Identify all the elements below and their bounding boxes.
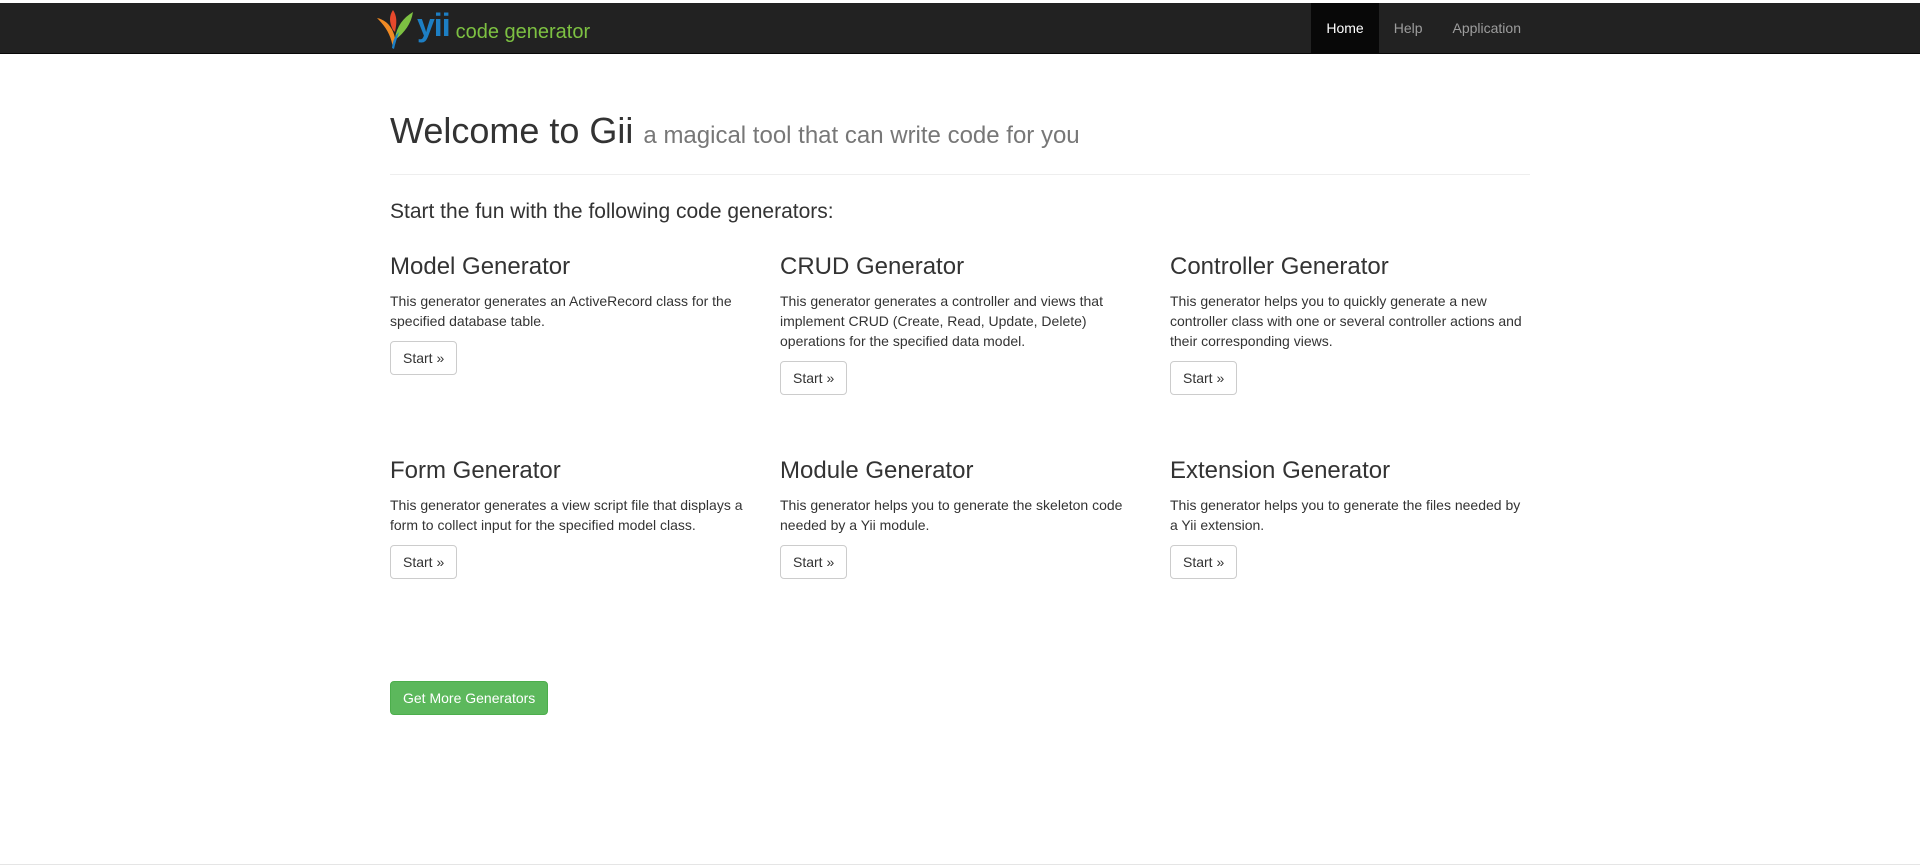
start-extension-generator-button[interactable]: Start » (1170, 545, 1238, 579)
nav-item-home[interactable]: Home (1311, 3, 1379, 53)
generator-title: CRUD Generator (780, 253, 965, 280)
start-crud-generator-button[interactable]: Start » (780, 361, 848, 395)
page-subtitle: a magical tool that can write code for y… (643, 122, 1080, 149)
page-header: Welcome to Gii a magical tool that can w… (390, 111, 1530, 175)
generator-description: This generator generates a controller an… (780, 293, 1103, 349)
nav-item-application[interactable]: Application (1438, 3, 1537, 53)
generator-description: This generator helps you to generate the… (1170, 497, 1521, 533)
start-controller-generator-button[interactable]: Start » (1170, 361, 1238, 395)
generator-card-controller: Controller Generator This generator help… (1170, 253, 1530, 395)
generator-card-module: Module Generator This generator helps yo… (780, 457, 1170, 579)
brand-yii-text: yii (417, 7, 451, 43)
start-model-generator-button[interactable]: Start » (390, 341, 458, 375)
get-more-generators-button[interactable]: Get More Generators (390, 681, 549, 715)
generator-card-form: Form Generator This generator generates … (390, 457, 780, 579)
lead-text: Start the fun with the following code ge… (390, 200, 834, 223)
main-nav: Home Help Application (1311, 3, 1536, 53)
main-container: Welcome to Gii a magical tool that can w… (390, 54, 1530, 641)
brand-subtitle: code generator (455, 20, 591, 43)
generator-grid: Model Generator This generator generates… (390, 253, 1530, 641)
generator-description: This generator generates a view script f… (390, 497, 743, 533)
generator-card-crud: CRUD Generator This generator generates … (780, 253, 1170, 395)
nav-item-help[interactable]: Help (1379, 3, 1438, 53)
page-title: Welcome to Gii a magical tool that can w… (390, 111, 1530, 156)
generator-title: Form Generator (390, 457, 561, 484)
generator-card-extension: Extension Generator This generator helps… (1170, 457, 1530, 579)
more-generators-wrap: Get More Generators (390, 681, 549, 715)
generator-card-model: Model Generator This generator generates… (390, 253, 780, 395)
generator-title: Model Generator (390, 253, 571, 280)
generator-title: Extension Generator (1170, 457, 1391, 484)
start-module-generator-button[interactable]: Start » (780, 545, 848, 579)
generator-title: Controller Generator (1170, 253, 1389, 280)
generator-description: This generator generates an ActiveRecord… (390, 293, 732, 329)
start-form-generator-button[interactable]: Start » (390, 545, 458, 579)
brand-logo-link[interactable]: yii code generator (375, 7, 590, 51)
page-title-text: Welcome to Gii (390, 110, 634, 151)
generator-description: This generator helps you to generate the… (780, 497, 1123, 533)
generator-title: Module Generator (780, 457, 974, 484)
yii-leaf-logo-icon (377, 10, 413, 49)
generator-description: This generator helps you to quickly gene… (1170, 293, 1522, 349)
top-navbar: yii code generator Home Help Application (0, 3, 1920, 54)
footer-divider (0, 864, 1920, 865)
